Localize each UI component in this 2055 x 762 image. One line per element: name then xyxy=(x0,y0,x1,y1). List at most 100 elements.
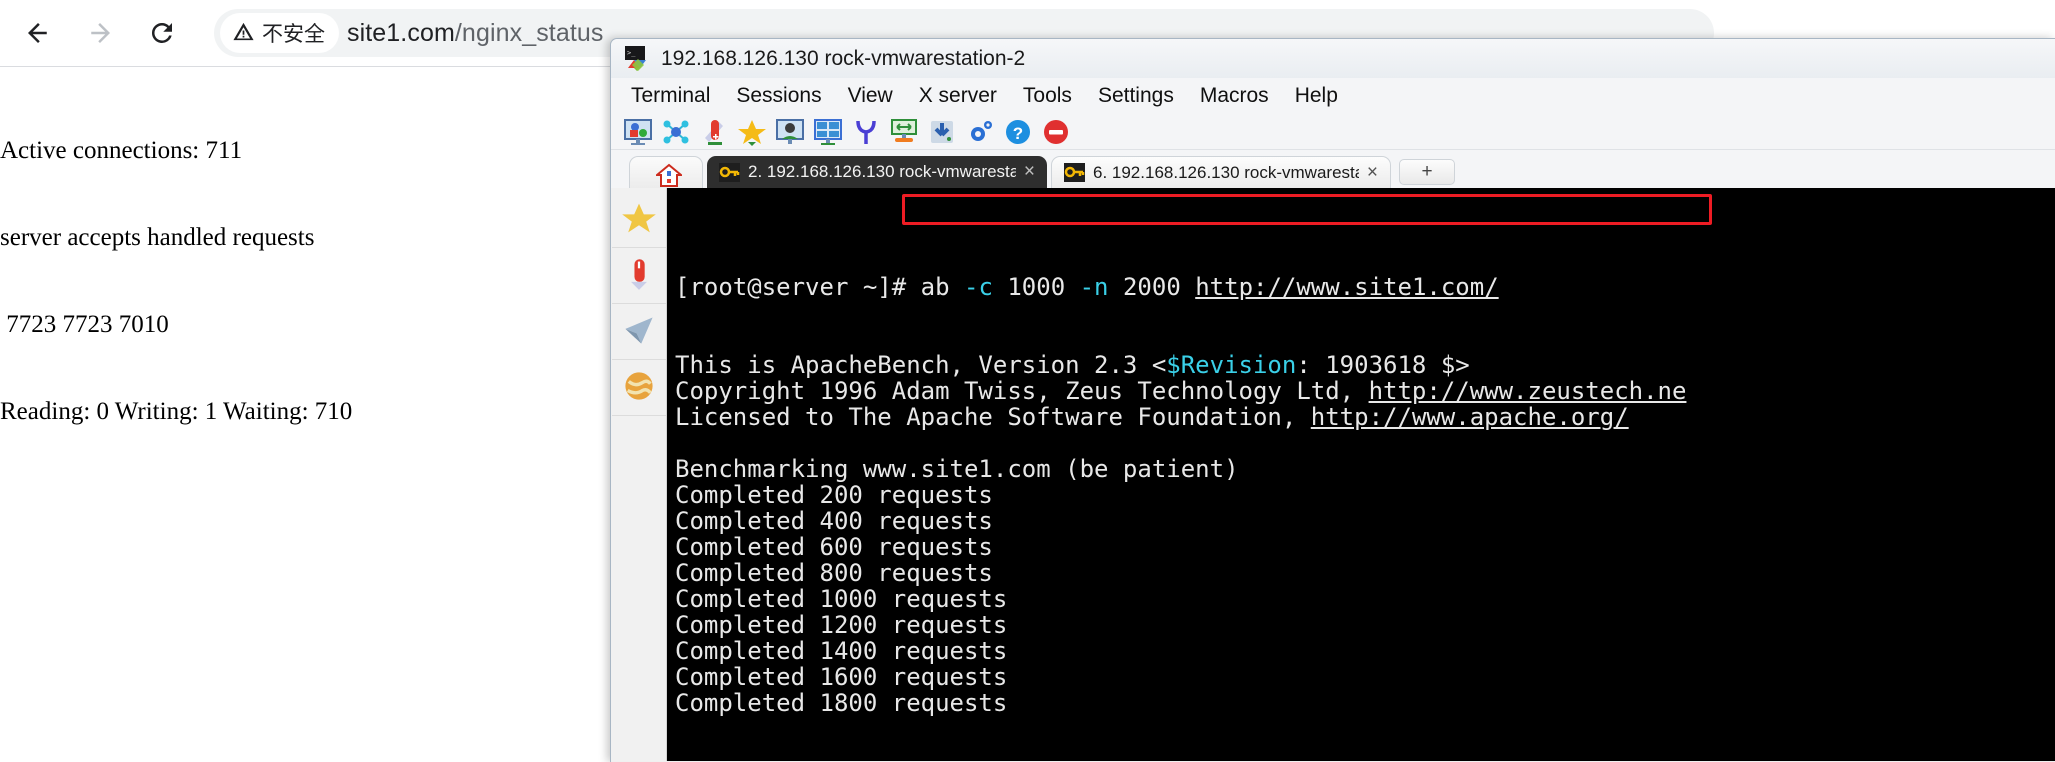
terminal-text: Completed 1400 requests xyxy=(675,637,1007,665)
menu-terminal[interactable]: Terminal xyxy=(618,80,723,112)
terminal-text: Completed 400 requests xyxy=(675,507,993,535)
status-line: 7723 7723 7010 xyxy=(0,310,610,339)
terminal-line: Completed 600 requests xyxy=(675,534,2055,560)
terminal-text: Completed 600 requests xyxy=(675,533,993,561)
menu-macros[interactable]: Macros xyxy=(1187,80,1282,112)
sidebar-quickconnect-button[interactable] xyxy=(612,306,666,360)
terminal-line: Completed 1600 requests xyxy=(675,664,2055,690)
session-manager-icon[interactable] xyxy=(623,118,653,146)
menu-help[interactable]: Help xyxy=(1282,80,1351,112)
tab-session-2[interactable]: 2. 192.168.126.130 rock-vmwarestati × xyxy=(707,156,1047,188)
terminal-line: This is ApacheBench, Version 2.3 <$Revis… xyxy=(675,352,2055,378)
mobaxterm-menu-bar: Terminal Sessions View X server Tools Se… xyxy=(611,78,2055,114)
settings-gear-icon[interactable] xyxy=(965,118,995,146)
exit-icon[interactable] xyxy=(1041,118,1071,146)
terminal-line: Completed 1200 requests xyxy=(675,612,2055,638)
sidebar-favorites-button[interactable] xyxy=(612,194,666,248)
packages-icon[interactable] xyxy=(889,118,919,146)
mobaxterm-title-bar[interactable]: >_ 192.168.126.130 rock-vmwarestation-2 xyxy=(611,39,2055,78)
target-url: http://www.site1.com/ xyxy=(1195,273,1498,301)
split-view-icon[interactable] xyxy=(813,118,843,146)
requests-value: 2000 xyxy=(1123,273,1181,301)
menu-x-server[interactable]: X server xyxy=(906,80,1010,112)
mobaxterm-sidebar xyxy=(611,188,667,761)
back-button[interactable] xyxy=(14,9,62,57)
terminal-line: Copyright 1996 Adam Twiss, Zeus Technolo… xyxy=(675,378,2055,404)
mobaxterm-tab-bar: 2. 192.168.126.130 rock-vmwarestati × 6.… xyxy=(611,150,2055,188)
terminal-text: Licensed to The Apache Software Foundati… xyxy=(675,403,1311,431)
shell-prompt: [root@server ~]# xyxy=(675,273,921,301)
command-name: ab xyxy=(921,273,950,301)
new-tab-button[interactable]: + xyxy=(1399,159,1455,185)
terminal-text: Completed 800 requests xyxy=(675,559,993,587)
terminal-text: http://www.apache.org/ xyxy=(1311,403,1629,431)
menu-settings[interactable]: Settings xyxy=(1085,80,1187,112)
mobaxterm-title-label: 192.168.126.130 rock-vmwarestation-2 xyxy=(661,47,1025,71)
key-icon xyxy=(1064,163,1085,182)
status-line: Active connections: 711 xyxy=(0,136,610,165)
nginx-status-text: Active connections: 711 server accepts h… xyxy=(0,78,610,484)
tab-label: 2. 192.168.126.130 rock-vmwarestati xyxy=(748,162,1016,182)
terminal-line: Completed 400 requests xyxy=(675,508,2055,534)
favorites-star-icon[interactable] xyxy=(737,118,767,146)
terminal-text: http://www.zeustech.ne xyxy=(1369,377,1687,405)
forward-arrow-icon xyxy=(85,18,115,48)
terminal-text: $Revision xyxy=(1166,351,1296,379)
mobaxterm-logo-icon: >_ xyxy=(624,46,651,71)
macros-globe-icon xyxy=(622,369,656,408)
terminal-text: Completed 1800 requests xyxy=(675,689,1007,717)
terminal-output[interactable]: [root@server ~]# ab -c 1000 -n 2000 http… xyxy=(667,188,2055,761)
servers-network-icon[interactable] xyxy=(661,118,691,146)
quick-connect-icon xyxy=(622,313,656,352)
url-host: site1.com xyxy=(347,19,455,47)
mobaxterm-window[interactable]: >_ 192.168.126.130 rock-vmwarestation-2 … xyxy=(610,38,2055,762)
security-status-label: 不安全 xyxy=(262,18,325,48)
terminal-line: Completed 1800 requests xyxy=(675,690,2055,716)
terminal-text: Completed 1200 requests xyxy=(675,611,1007,639)
close-icon[interactable]: × xyxy=(1024,161,1035,183)
svg-text:?: ? xyxy=(1013,124,1023,143)
tools-swiss-knife-icon[interactable] xyxy=(699,118,729,146)
terminal-line: Completed 800 requests xyxy=(675,560,2055,586)
security-status-chip[interactable]: 不安全 xyxy=(220,13,339,53)
sidebar-sftp-button[interactable] xyxy=(612,250,666,304)
sftp-browser-icon xyxy=(622,257,656,296)
flag-n: -n xyxy=(1080,273,1109,301)
url-display[interactable]: site1.com/nginx_status xyxy=(347,19,604,48)
flag-c: -c xyxy=(964,273,993,301)
tab-label: 6. 192.168.126.130 rock-vmwarestatio xyxy=(1093,163,1359,183)
tab-session-6[interactable]: 6. 192.168.126.130 rock-vmwarestatio × xyxy=(1051,156,1391,188)
menu-sessions[interactable]: Sessions xyxy=(723,80,834,112)
terminal-prompt-line: [root@server ~]# ab -c 1000 -n 2000 http… xyxy=(675,274,2055,300)
terminal-text: Copyright 1996 Adam Twiss, Zeus Technolo… xyxy=(675,377,1369,405)
close-icon[interactable]: × xyxy=(1367,162,1378,184)
warning-triangle-icon xyxy=(232,20,255,47)
concurrency-value: 1000 xyxy=(1007,273,1065,301)
reload-button[interactable] xyxy=(138,9,186,57)
svg-text:>_: >_ xyxy=(627,49,636,57)
mobaxterm-toolbar: ? xyxy=(611,114,2055,150)
status-line: Reading: 0 Writing: 1 Waiting: 710 xyxy=(0,397,610,426)
key-icon xyxy=(719,163,740,182)
terminal-text: Completed 1600 requests xyxy=(675,663,1007,691)
terminal-text: This is ApacheBench, Version 2.3 < xyxy=(675,351,1166,379)
tab-home[interactable] xyxy=(629,156,703,188)
terminal-line: Completed 200 requests xyxy=(675,482,2055,508)
tunneling-icon[interactable] xyxy=(851,118,881,146)
terminal-text: Completed 1000 requests xyxy=(675,585,1007,613)
menu-view[interactable]: View xyxy=(835,80,906,112)
terminal-scrollback: This is ApacheBench, Version 2.3 <$Revis… xyxy=(675,352,2055,716)
forward-button[interactable] xyxy=(76,9,124,57)
download-icon[interactable] xyxy=(927,118,957,146)
url-path: /nginx_status xyxy=(455,19,604,47)
user-session-icon[interactable] xyxy=(775,118,805,146)
favorites-star-icon xyxy=(621,201,657,240)
terminal-line: Completed 1000 requests xyxy=(675,586,2055,612)
terminal-line: Benchmarking www.site1.com (be patient) xyxy=(675,456,2055,482)
menu-tools[interactable]: Tools xyxy=(1010,80,1085,112)
terminal-text: Benchmarking www.site1.com (be patient) xyxy=(675,455,1239,483)
terminal-line: Licensed to The Apache Software Foundati… xyxy=(675,404,2055,430)
help-icon[interactable]: ? xyxy=(1003,118,1033,146)
sidebar-macros-button[interactable] xyxy=(612,362,666,416)
terminal-line xyxy=(675,430,2055,456)
